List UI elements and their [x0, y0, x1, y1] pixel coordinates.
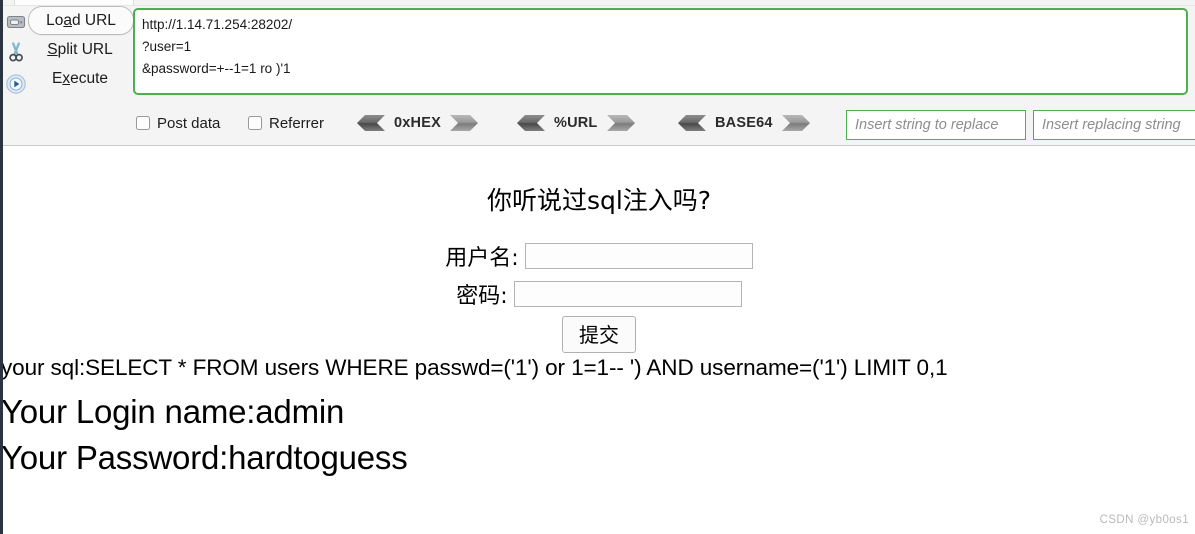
load-url-accel: a — [63, 12, 72, 29]
username-label: 用户名: — [445, 246, 519, 271]
base64-encoder-group: BASE64 — [676, 110, 812, 136]
post-data-label: Post data — [157, 114, 221, 132]
sql-query-output: your sql:SELECT * FROM users WHERE passw… — [3, 355, 948, 380]
load-url-button[interactable]: Load URL — [28, 6, 134, 35]
post-data-checkbox-box[interactable] — [136, 116, 150, 130]
post-data-checkbox[interactable]: Post data — [136, 110, 220, 136]
url-line-1: http://1.14.71.254:28202/ — [142, 17, 293, 32]
execute-label-pre: E — [51, 70, 63, 87]
hex-encoder-group: 0xHEX — [355, 110, 480, 136]
submit-row: 提交 — [3, 316, 1195, 353]
hackbar-icon-rail — [3, 6, 30, 102]
load-url-label-post: d URL — [71, 12, 116, 29]
referrer-checkbox-box[interactable] — [248, 116, 262, 130]
page-title: 你听说过sql注入吗? — [486, 186, 712, 215]
execute-label-post: ecute — [70, 70, 108, 87]
password-label: 密码: — [456, 284, 508, 309]
load-url-label-pre: Lo — [46, 12, 64, 29]
username-input[interactable] — [524, 243, 753, 269]
referrer-label: Referrer — [269, 114, 325, 132]
execute-play-icon[interactable] — [4, 72, 28, 96]
url-decode-left-icon[interactable] — [515, 115, 545, 131]
password-input[interactable] — [513, 281, 742, 307]
execute-accel: x — [62, 70, 71, 87]
url-encoder-group: %URL — [515, 110, 637, 136]
base64-encode-right-icon[interactable] — [781, 115, 812, 131]
watermark: CSDN @yb0os1 — [1099, 514, 1189, 526]
hex-encode-right-icon[interactable] — [449, 115, 480, 131]
execute-button[interactable]: Execute — [30, 64, 130, 93]
url-line-3: &password=+--1=1 ro )'1 — [142, 61, 291, 76]
hackbar-actions: Load URL Split URL Execute — [28, 6, 134, 93]
split-url-button[interactable]: Split URL — [30, 35, 130, 64]
password-row: 密码: — [3, 278, 1195, 310]
scissors-icon[interactable] — [4, 40, 28, 64]
login-form: 用户名: 密码: 提交 — [3, 240, 1195, 359]
load-url-icon[interactable] — [4, 10, 28, 34]
split-url-accel: S — [47, 41, 58, 58]
login-name-output: Your Login name:admin — [3, 393, 345, 430]
replace-string-input[interactable]: Insert string to replace — [846, 110, 1026, 140]
url-encode-right-icon[interactable] — [606, 115, 637, 131]
url-textarea[interactable]: http://1.14.71.254:28202/ ?user=1 &passw… — [133, 8, 1188, 95]
hackbar-top-strip — [0, 0, 1195, 6]
hackbar-toolbar: Load URL Split URL Execute http://1.14.7… — [0, 0, 1195, 146]
url-line-2: ?user=1 — [142, 39, 192, 54]
hex-decode-left-icon[interactable] — [355, 115, 385, 131]
base64-label: BASE64 — [715, 115, 773, 131]
page-content: 你听说过sql注入吗? 用户名: 密码: 提交 your sql:SELECT … — [3, 147, 1195, 534]
submit-button[interactable]: 提交 — [562, 316, 636, 353]
split-url-label-post: plit URL — [57, 41, 113, 58]
hex-label: 0xHEX — [394, 115, 441, 131]
replacing-string-input[interactable]: Insert replacing string — [1033, 110, 1195, 140]
hackbar-tab-stub[interactable] — [14, 0, 134, 5]
base64-decode-left-icon[interactable] — [676, 115, 706, 131]
url-label: %URL — [554, 115, 598, 131]
password-output: Your Password:hardtoguess — [3, 439, 408, 476]
window-left-edge — [0, 0, 3, 534]
username-row: 用户名: — [3, 240, 1195, 272]
referrer-checkbox[interactable]: Referrer — [248, 110, 324, 136]
